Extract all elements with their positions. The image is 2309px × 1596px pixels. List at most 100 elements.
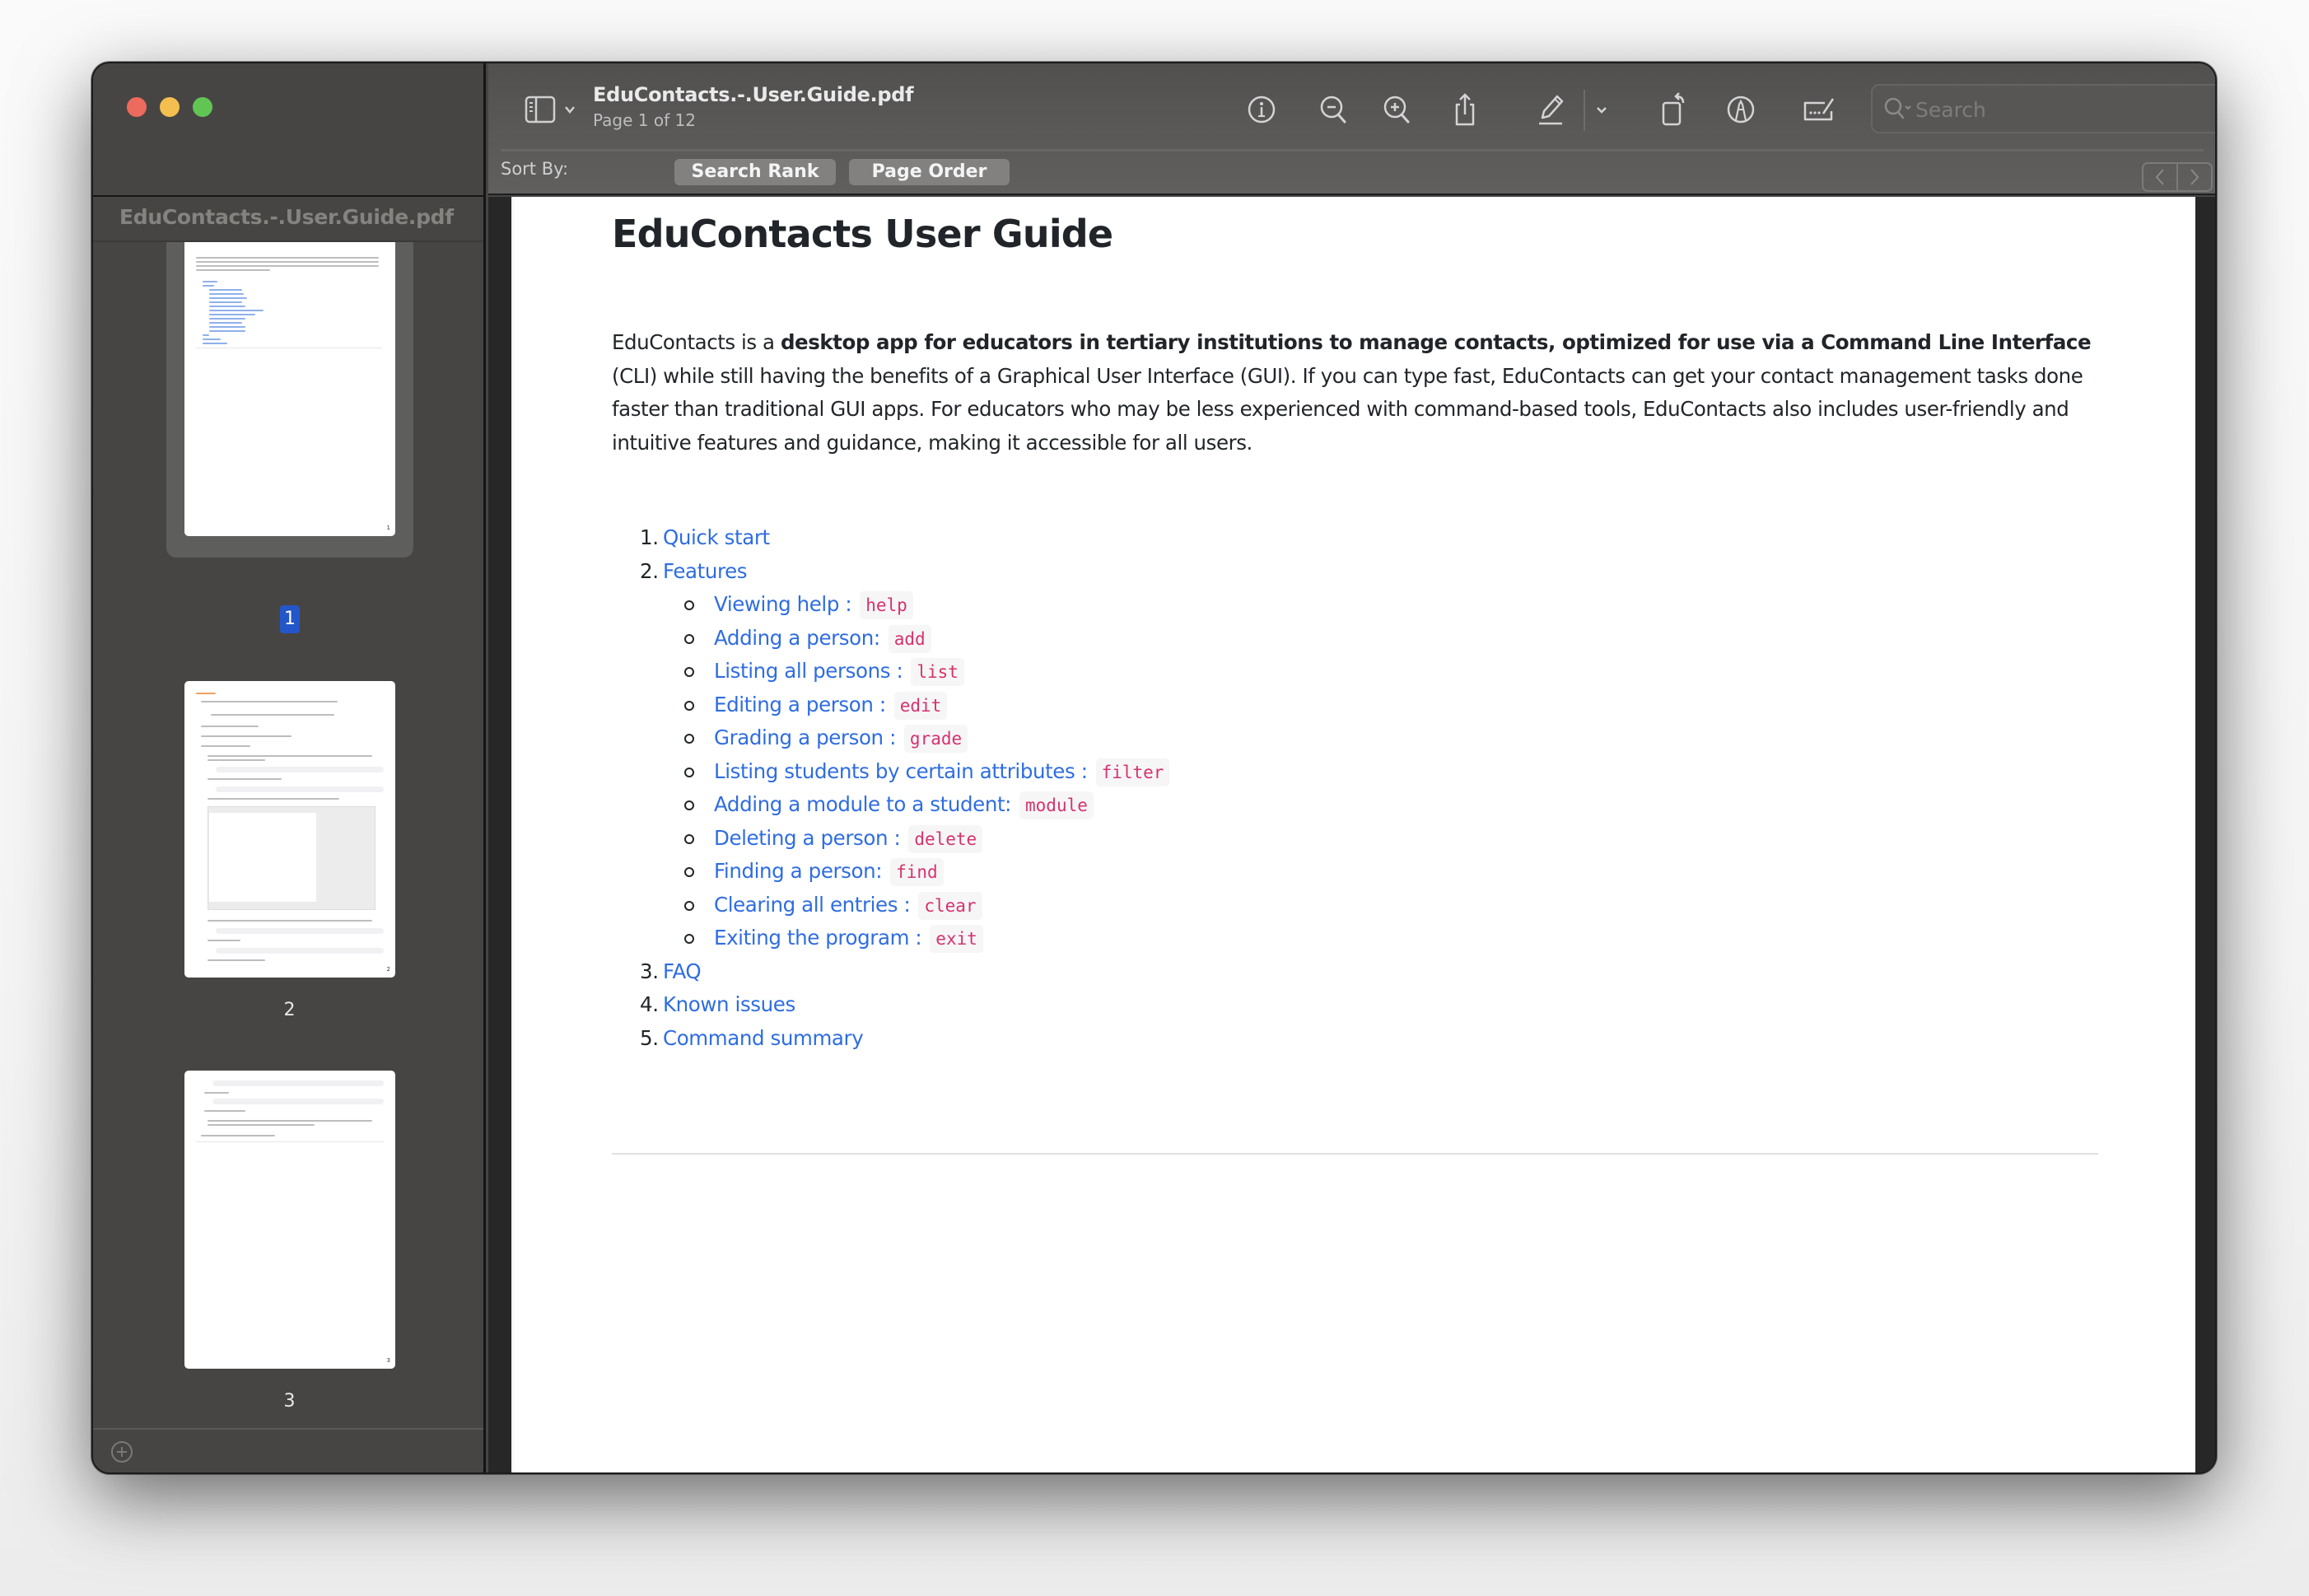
search-field[interactable] <box>1871 84 2215 133</box>
toc-link-grading-person[interactable]: Grading a person : grade <box>714 721 968 755</box>
toc-subitem: Adding a module to a student: module <box>612 788 1765 822</box>
sidebar-document-name: EduContacts.-.User.Guide.pdf <box>119 205 454 229</box>
thumbnail-page-number: 2 <box>386 966 390 973</box>
command-code: exit <box>930 925 983 953</box>
info-button[interactable] <box>1243 91 1280 128</box>
toc-link-features[interactable]: Features <box>663 555 748 589</box>
toc-item: 3. FAQ <box>612 955 1765 989</box>
zoom-in-icon <box>1383 96 1410 124</box>
toc-subitem: Exiting the program : exit <box>612 922 1765 955</box>
page-thumbnail-2[interactable]: 2 <box>184 681 395 978</box>
thumbnail-page-number: 3 <box>386 1357 390 1364</box>
form-fill-button[interactable] <box>1800 91 1836 128</box>
toc-number: 4. <box>640 992 659 1016</box>
zoom-in-button[interactable] <box>1379 91 1416 128</box>
command-code: delete <box>908 824 983 853</box>
form-fill-icon <box>1803 98 1835 121</box>
toc-item: 1. Quick start <box>612 521 1765 555</box>
command-code: edit <box>893 691 948 720</box>
chevron-right-icon <box>2190 169 2199 185</box>
sort-page-order-button[interactable]: Page Order <box>849 159 1010 185</box>
toc-number: 3. <box>640 959 659 983</box>
toc-link-text: Listing all persons : <box>714 659 903 683</box>
document-title: EduContacts.-.User.Guide.pdf <box>593 83 914 106</box>
toc-subitem: Editing a person : edit <box>612 688 1765 722</box>
toc-subitem: Deleting a person : delete <box>612 822 1765 856</box>
search-input[interactable] <box>1915 92 2215 127</box>
share-button[interactable] <box>1447 91 1483 128</box>
sidebar: EduContacts.-.User.Guide.pdf 1 1 2 2 3 3 <box>93 63 486 1472</box>
bullet-icon <box>684 833 694 844</box>
bullet-icon <box>684 734 694 744</box>
sort-search-rank-button[interactable]: Search Rank <box>674 159 836 185</box>
toolbar-separator <box>1584 90 1585 131</box>
page-thumbnail-3[interactable]: 3 <box>184 1071 395 1369</box>
sidebar-toggle-icon <box>525 96 575 124</box>
bullet-icon <box>684 700 694 711</box>
intro-paragraph: EduContacts is a desktop app for educato… <box>612 326 2098 460</box>
sidebar-header: EduContacts.-.User.Guide.pdf <box>93 197 483 242</box>
toc-subitem: Listing all persons : list <box>612 655 1765 688</box>
intro-text: EduContacts is a <box>612 330 781 354</box>
toc-item: 4. Known issues <box>612 988 1765 1022</box>
toc-link-editing-person[interactable]: Editing a person : edit <box>714 688 948 722</box>
toc-link-known-issues[interactable]: Known issues <box>663 988 795 1022</box>
bullet-icon <box>684 900 694 911</box>
highlight-button[interactable] <box>1532 91 1569 128</box>
highlight-options-button[interactable] <box>1590 91 1613 128</box>
toc-item: 2. Features <box>612 555 1765 589</box>
sidebar-footer <box>93 1428 483 1472</box>
toc-subitem: Listing students by certain attributes :… <box>612 755 1765 789</box>
chevron-down-icon <box>1597 107 1607 114</box>
document-viewer[interactable]: EduContacts User Guide EduContacts is a … <box>488 197 2215 1472</box>
toc-link-faq[interactable]: FAQ <box>663 955 702 989</box>
rotate-button[interactable] <box>1655 91 1691 128</box>
thumbnail-page-number: 1 <box>386 525 390 531</box>
toc-link-text: Grading a person : <box>714 726 896 749</box>
command-code: grade <box>903 725 968 753</box>
info-icon <box>1248 96 1276 124</box>
toc-link-text: Viewing help : <box>714 592 852 616</box>
intro-bold-text: desktop app for educators in tertiary in… <box>780 330 2092 354</box>
toc-link-adding-person[interactable]: Adding a person: add <box>714 622 931 656</box>
toc-subitem: Adding a person: add <box>612 622 1765 656</box>
command-code: filter <box>1095 758 1170 786</box>
next-result-button[interactable] <box>2178 164 2211 190</box>
minimize-window-button[interactable] <box>160 97 180 117</box>
page-thumbnail-1[interactable]: 1 <box>184 242 395 536</box>
toc-link-deleting-person[interactable]: Deleting a person : delete <box>714 822 983 856</box>
bullet-icon <box>684 934 694 944</box>
maximize-window-button[interactable] <box>193 97 212 117</box>
thumbnail-list[interactable]: 1 1 2 2 3 3 <box>93 242 483 1428</box>
toc-link-filter-students[interactable]: Listing students by certain attributes :… <box>714 755 1170 789</box>
toc-link-adding-module[interactable]: Adding a module to a student: module <box>714 788 1094 822</box>
close-window-button[interactable] <box>127 97 147 117</box>
markup-button[interactable] <box>1723 91 1759 128</box>
document-heading: EduContacts User Guide <box>612 212 1113 256</box>
pdf-page: EduContacts User Guide EduContacts is a … <box>511 197 2195 1472</box>
sort-by-label: Sort By: <box>501 159 569 179</box>
command-code: list <box>911 658 964 686</box>
toc-link-exiting-program[interactable]: Exiting the program : exit <box>714 922 983 955</box>
bullet-icon <box>684 800 694 810</box>
toc-subitem: Viewing help : help <box>612 588 1765 622</box>
search-icon <box>1884 97 1911 119</box>
toc-link-listing-persons[interactable]: Listing all persons : list <box>714 655 964 688</box>
plus-circle-icon[interactable] <box>111 1441 133 1463</box>
rotate-icon <box>1662 92 1685 126</box>
zoom-out-button[interactable] <box>1316 91 1352 128</box>
toc-link-finding-person[interactable]: Finding a person: find <box>714 855 944 889</box>
toc-link-command-summary[interactable]: Command summary <box>663 1022 864 1056</box>
search-result-navigation <box>2142 162 2213 192</box>
previous-result-button[interactable] <box>2143 164 2178 190</box>
toc-link-text: Editing a person : <box>714 692 886 716</box>
toc-link-quick-start[interactable]: Quick start <box>663 521 770 555</box>
toc-link-text: Finding a person: <box>714 859 883 883</box>
bullet-icon <box>684 867 694 877</box>
command-code: help <box>860 591 913 619</box>
toc-link-viewing-help[interactable]: Viewing help : help <box>714 588 913 622</box>
toc-link-text: Adding a person: <box>714 625 880 650</box>
toc-link-clearing-entries[interactable]: Clearing all entries : clear <box>714 889 982 922</box>
sidebar-toggle-button[interactable] <box>525 95 581 126</box>
command-code: clear <box>918 891 982 920</box>
